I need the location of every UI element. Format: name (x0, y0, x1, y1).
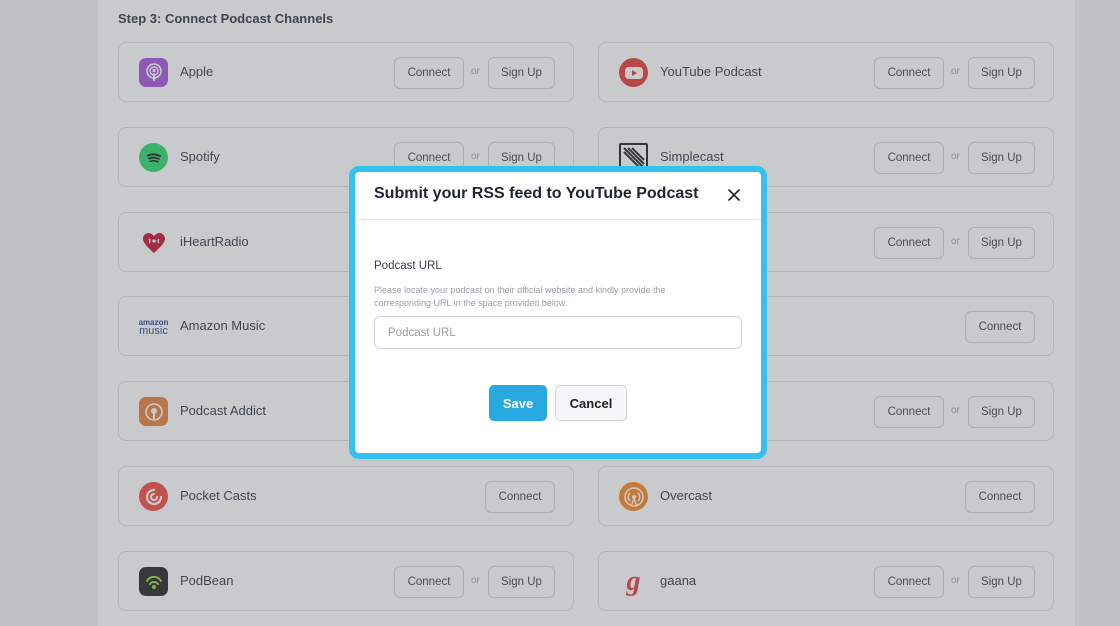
rss-submit-modal: Submit your RSS feed to YouTube Podcast … (349, 166, 767, 459)
podcast-url-input[interactable] (374, 316, 742, 349)
save-button[interactable]: Save (489, 385, 547, 421)
cancel-button[interactable]: Cancel (555, 385, 627, 421)
modal-title: Submit your RSS feed to YouTube Podcast (374, 185, 699, 202)
close-icon[interactable] (723, 184, 745, 206)
podcast-url-help-text: Please locate your podcast on their offi… (374, 285, 666, 308)
podcast-url-label: Podcast URL (374, 260, 442, 272)
modal-header: Submit your RSS feed to YouTube Podcast (355, 172, 761, 220)
